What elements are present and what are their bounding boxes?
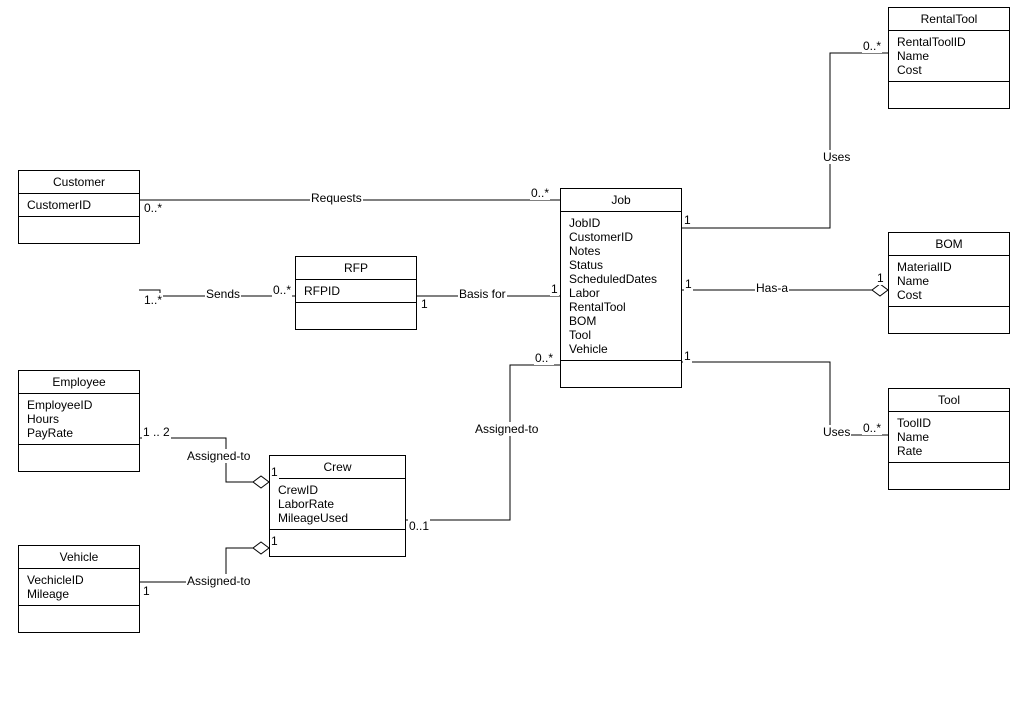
class-tool: Tool ToolID Name Rate <box>888 388 1010 490</box>
rel-label-assigned-crew: Assigned-to <box>474 422 539 436</box>
mult: 0..* <box>143 201 163 215</box>
mult: 1 <box>270 534 279 548</box>
rel-label-requests: Requests <box>310 191 363 205</box>
class-attrs: RentalToolID Name Cost <box>889 31 1009 82</box>
class-title: Crew <box>270 456 405 479</box>
class-title: Customer <box>19 171 139 194</box>
mult: 0..* <box>862 421 882 435</box>
class-rfp: RFP RFPID <box>295 256 417 330</box>
mult: 0..* <box>530 186 550 200</box>
class-vehicle: Vehicle VechicleID Mileage <box>18 545 140 633</box>
class-ops <box>19 606 139 632</box>
class-crew: Crew CrewID LaborRate MileageUsed <box>269 455 406 557</box>
mult: 1 <box>420 297 429 311</box>
class-ops <box>889 307 1009 333</box>
mult: 1 <box>142 584 151 598</box>
class-attrs: CustomerID <box>19 194 139 217</box>
rel-label-uses-tool: Uses <box>822 425 851 439</box>
class-title: Vehicle <box>19 546 139 569</box>
class-title: RFP <box>296 257 416 280</box>
class-ops <box>296 303 416 329</box>
rel-label-assigned-emp: Assigned-to <box>186 449 251 463</box>
rel-label-hasa: Has-a <box>755 281 789 295</box>
class-job: Job JobID CustomerID Notes Status Schedu… <box>560 188 682 388</box>
class-ops <box>19 445 139 471</box>
class-attrs: CrewID LaborRate MileageUsed <box>270 479 405 530</box>
class-ops <box>19 217 139 243</box>
mult: 0..* <box>534 351 554 365</box>
class-attrs: JobID CustomerID Notes Status ScheduledD… <box>561 212 681 361</box>
rel-label-assigned-veh: Assigned-to <box>186 574 251 588</box>
mult: 0..* <box>272 283 292 297</box>
mult: 0..1 <box>408 519 430 533</box>
mult: 1 <box>876 271 885 285</box>
class-title: Employee <box>19 371 139 394</box>
class-attrs: VechicleID Mileage <box>19 569 139 606</box>
class-rentaltool: RentalTool RentalToolID Name Cost <box>888 7 1010 109</box>
class-ops <box>561 361 681 387</box>
class-employee: Employee EmployeeID Hours PayRate <box>18 370 140 472</box>
rel-label-basisfor: Basis for <box>458 287 507 301</box>
class-attrs: ToolID Name Rate <box>889 412 1009 463</box>
class-bom: BOM MaterialID Name Cost <box>888 232 1010 334</box>
class-attrs: MaterialID Name Cost <box>889 256 1009 307</box>
class-attrs: RFPID <box>296 280 416 303</box>
class-ops <box>889 82 1009 108</box>
mult: 1 <box>684 277 693 291</box>
mult: 1 <box>550 282 559 296</box>
class-title: Tool <box>889 389 1009 412</box>
mult: 1 <box>683 349 692 363</box>
class-attrs: EmployeeID Hours PayRate <box>19 394 139 445</box>
mult: 0..* <box>862 39 882 53</box>
class-title: RentalTool <box>889 8 1009 31</box>
mult: 1 <box>270 465 279 479</box>
class-title: BOM <box>889 233 1009 256</box>
rel-label-uses-rental: Uses <box>822 150 851 164</box>
connectors <box>0 0 1019 706</box>
rel-label-sends: Sends <box>205 287 241 301</box>
mult: 1..* <box>143 293 163 307</box>
class-ops <box>270 530 405 556</box>
class-customer: Customer CustomerID <box>18 170 140 244</box>
mult: 1 <box>683 213 692 227</box>
class-title: Job <box>561 189 681 212</box>
class-ops <box>889 463 1009 489</box>
mult: 1 .. 2 <box>142 425 171 439</box>
